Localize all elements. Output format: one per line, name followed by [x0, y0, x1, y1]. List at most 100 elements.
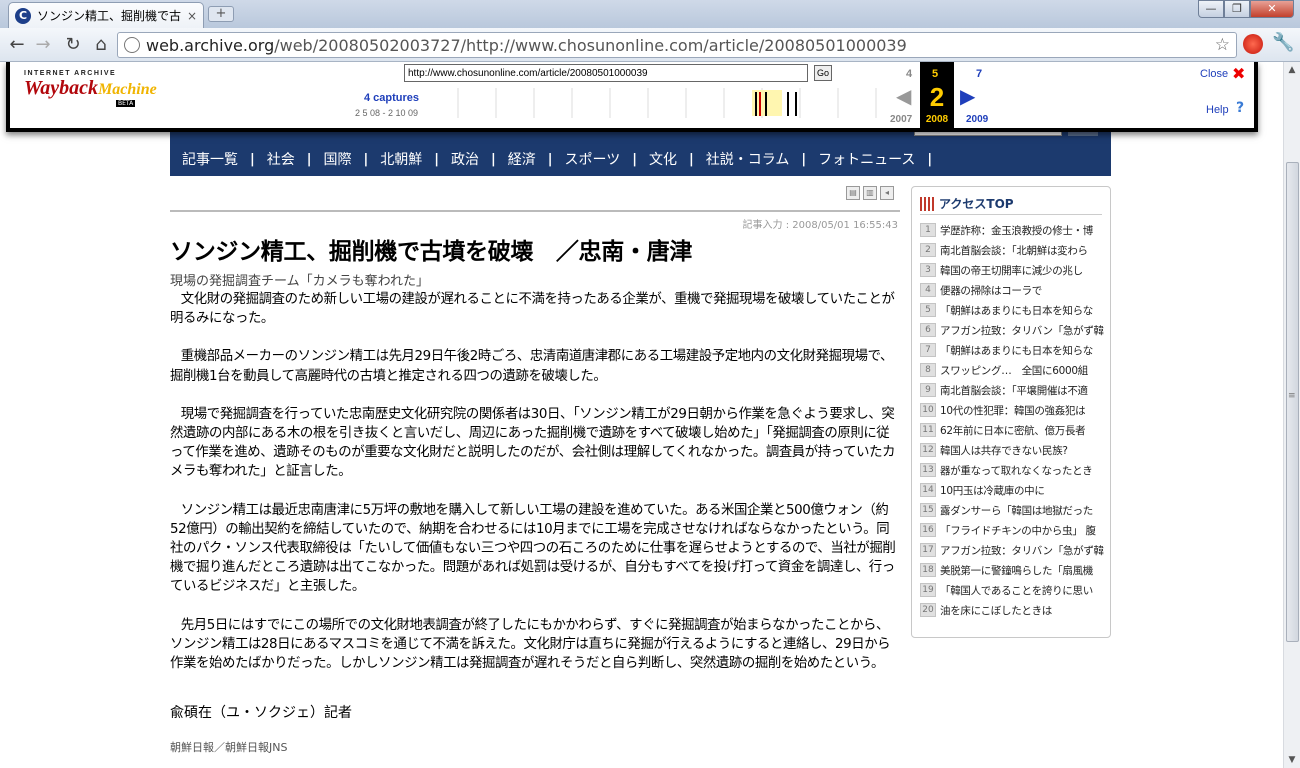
- forward-button[interactable]: →: [30, 32, 56, 58]
- ranking-link[interactable]: アフガン拉致：タリバン「急がず韓: [940, 543, 1104, 558]
- ranking-number: 4: [920, 283, 936, 297]
- ranking-link[interactable]: 韓国人は共存できない民族?: [940, 443, 1068, 458]
- ranking-item[interactable]: 1 学歴詐称：金玉浪教授の修士・博: [920, 220, 1108, 240]
- prev-year-link[interactable]: 2007: [890, 114, 912, 125]
- tab-close-icon[interactable]: ×: [187, 9, 197, 23]
- ranking-link[interactable]: 「朝鮮はあまりにも日本を知らな: [940, 343, 1093, 358]
- ranking-item[interactable]: 10 10代の性犯罪：韓国の強姦犯は: [920, 400, 1108, 420]
- ranking-link[interactable]: 「韓国人であることを誇りに思い: [940, 583, 1093, 598]
- ranking-number: 1: [920, 223, 936, 237]
- bookmark-star-icon[interactable]: ☆: [1215, 35, 1230, 55]
- scroll-down-arrow-icon[interactable]: ▼: [1284, 752, 1300, 768]
- ranking-link[interactable]: 62年前に日本に密航、億万長者: [940, 423, 1085, 438]
- captures-count-link[interactable]: 4 captures: [364, 92, 419, 104]
- url-text[interactable]: web.archive.org/web/20080502003727/http:…: [146, 36, 907, 55]
- window-close-button[interactable]: ✕: [1250, 0, 1294, 18]
- wayback-close-link[interactable]: Close: [1200, 68, 1228, 80]
- ranking-item[interactable]: 19 「韓国人であることを誇りに思い: [920, 580, 1108, 600]
- back-button[interactable]: ←: [4, 32, 30, 58]
- wayback-logo[interactable]: INTERNET ARCHIVE WaybackMachine BETA: [24, 70, 157, 107]
- article-paragraph: 文化財の発掘調査のため新しい工場の建設が遅れることに不満を持ったある企業が、重機…: [170, 292, 895, 327]
- ranking-link[interactable]: 10円玉は冷蔵庫の中に: [940, 483, 1045, 498]
- current-day: 2: [929, 82, 945, 112]
- prev-month-link[interactable]: 4: [906, 68, 912, 80]
- close-icon[interactable]: ✖: [1232, 64, 1245, 83]
- ranking-item[interactable]: 14 10円玉は冷蔵庫の中に: [920, 480, 1108, 500]
- scroll-thumb[interactable]: [1286, 162, 1299, 642]
- wayback-go-button[interactable]: Go: [814, 65, 832, 81]
- nav-article-list[interactable]: 記事一覧: [182, 149, 238, 169]
- page-viewport: INTERNET ARCHIVE WaybackMachine BETA Go …: [0, 62, 1283, 768]
- print-icon[interactable]: ▤: [846, 186, 860, 200]
- ranking-number: 16: [920, 523, 936, 537]
- ranking-item[interactable]: 13 器が重なって取れなくなったとき: [920, 460, 1108, 480]
- nav-separator: |: [434, 151, 439, 167]
- nav-editorial-column[interactable]: 社説・コラム: [706, 149, 790, 169]
- next-year-link[interactable]: 2009: [966, 114, 988, 125]
- ranking-link[interactable]: スワッピング… 全国に6000組: [940, 363, 1088, 378]
- ranking-item[interactable]: 2 南北首脳会談：「北朝鮮は変わら: [920, 240, 1108, 260]
- ranking-link[interactable]: 「フライドチキンの中から虫」 腹: [940, 523, 1096, 538]
- wayback-help-link[interactable]: Help: [1206, 104, 1229, 116]
- ranking-item[interactable]: 16 「フライドチキンの中から虫」 腹: [920, 520, 1108, 540]
- ranking-item[interactable]: 5 「朝鮮はあまりにも日本を知らな: [920, 300, 1108, 320]
- nav-north-korea[interactable]: 北朝鮮: [380, 149, 422, 169]
- nav-society[interactable]: 社会: [267, 149, 295, 169]
- next-month-link[interactable]: 7: [976, 68, 982, 80]
- capture-sparkline[interactable]: [438, 88, 888, 118]
- ranking-item[interactable]: 4 便器の掃除はコーラで: [920, 280, 1108, 300]
- reload-button[interactable]: ↻: [60, 32, 86, 58]
- nav-politics[interactable]: 政治: [451, 149, 479, 169]
- article-subhead: 現場の発掘調査チーム「カメラも奪われた」: [170, 274, 429, 289]
- current-month: 5: [932, 68, 939, 80]
- nav-sports[interactable]: スポーツ: [565, 149, 621, 169]
- ranking-link[interactable]: アフガン拉致：タリバン「急がず韓: [940, 323, 1104, 338]
- nav-photo-news[interactable]: フォトニュース: [818, 149, 915, 169]
- article-paragraph: ソンジン精工は最近忠南唐津に5万坪の敷地を購入して新しい工場の建設を進めていた。…: [170, 502, 896, 595]
- ranking-item[interactable]: 6 アフガン拉致：タリバン「急がず韓: [920, 320, 1108, 340]
- ranking-item[interactable]: 9 南北首脳会談：「平壌開催は不適: [920, 380, 1108, 400]
- ranking-number: 14: [920, 483, 936, 497]
- email-icon[interactable]: ▥: [863, 186, 877, 200]
- help-icon[interactable]: ?: [1236, 100, 1244, 116]
- maximize-button[interactable]: ❐: [1224, 0, 1250, 18]
- nav-economy[interactable]: 経済: [508, 149, 536, 169]
- ranking-item[interactable]: 17 アフガン拉致：タリバン「急がず韓: [920, 540, 1108, 560]
- ranking-item[interactable]: 8 スワッピング… 全国に6000組: [920, 360, 1108, 380]
- wrench-menu-icon[interactable]: 🔧: [1272, 32, 1294, 53]
- back-arrow-icon[interactable]: ◂: [880, 186, 894, 200]
- ranking-item[interactable]: 20 油を床にこぼしたときは: [920, 600, 1108, 620]
- ranking-item[interactable]: 12 韓国人は共存できない民族?: [920, 440, 1108, 460]
- title-bar: C ソンジン精工、掘削機で古 × + — ❐ ✕: [0, 0, 1300, 28]
- ranking-link[interactable]: 南北首脳会談：「北朝鮮は変わら: [940, 243, 1088, 258]
- nav-international[interactable]: 国際: [324, 149, 352, 169]
- ranking-item[interactable]: 15 露ダンサーら「韓国は地獄だった: [920, 500, 1108, 520]
- ranking-link[interactable]: 油を床にこぼしたときは: [940, 603, 1052, 618]
- address-bar[interactable]: web.archive.org/web/20080502003727/http:…: [117, 32, 1237, 58]
- ranking-item[interactable]: 3 韓国の帝王切開率に減少の兆し: [920, 260, 1108, 280]
- ranking-link[interactable]: 露ダンサーら「韓国は地獄だった: [940, 503, 1093, 518]
- ranking-link[interactable]: 「朝鮮はあまりにも日本を知らな: [940, 303, 1093, 318]
- ranking-link[interactable]: 10代の性犯罪：韓国の強姦犯は: [940, 403, 1085, 418]
- ranking-link[interactable]: 器が重なって取れなくなったとき: [940, 463, 1092, 478]
- new-tab-button[interactable]: +: [208, 6, 234, 22]
- ranking-link[interactable]: 便器の掃除はコーラで: [940, 283, 1042, 298]
- ranking-link[interactable]: 韓国の帝王切開率に減少の兆し: [940, 263, 1083, 278]
- ranking-item[interactable]: 7 「朝鮮はあまりにも日本を知らな: [920, 340, 1108, 360]
- prev-capture-arrow-icon[interactable]: ◀: [896, 84, 911, 108]
- ranking-item[interactable]: 18 美脱第一に警鐘鳴らした「扇風機: [920, 560, 1108, 580]
- ranking-link[interactable]: 美脱第一に警鐘鳴らした「扇風機: [940, 563, 1093, 578]
- access-top-panel: アクセスTOP 1 学歴詐称：金玉浪教授の修士・博 2 南北首脳会談：「北朝鮮は変わら…: [911, 186, 1111, 638]
- minimize-button[interactable]: —: [1198, 0, 1224, 18]
- ranking-link[interactable]: 南北首脳会談：「平壌開催は不適: [940, 383, 1088, 398]
- extension-icon[interactable]: [1243, 34, 1263, 54]
- vertical-scrollbar[interactable]: ▲ ▼: [1283, 62, 1300, 768]
- ranking-link[interactable]: 学歴詐称：金玉浪教授の修士・博: [940, 223, 1093, 238]
- wayback-url-input[interactable]: [404, 64, 808, 82]
- home-button[interactable]: ⌂: [88, 32, 114, 58]
- scroll-up-arrow-icon[interactable]: ▲: [1284, 62, 1300, 78]
- next-capture-arrow-icon[interactable]: ▶: [960, 84, 975, 108]
- nav-culture[interactable]: 文化: [649, 149, 677, 169]
- ranking-item[interactable]: 11 62年前に日本に密航、億万長者: [920, 420, 1108, 440]
- browser-tab[interactable]: C ソンジン精工、掘削機で古 ×: [8, 2, 204, 28]
